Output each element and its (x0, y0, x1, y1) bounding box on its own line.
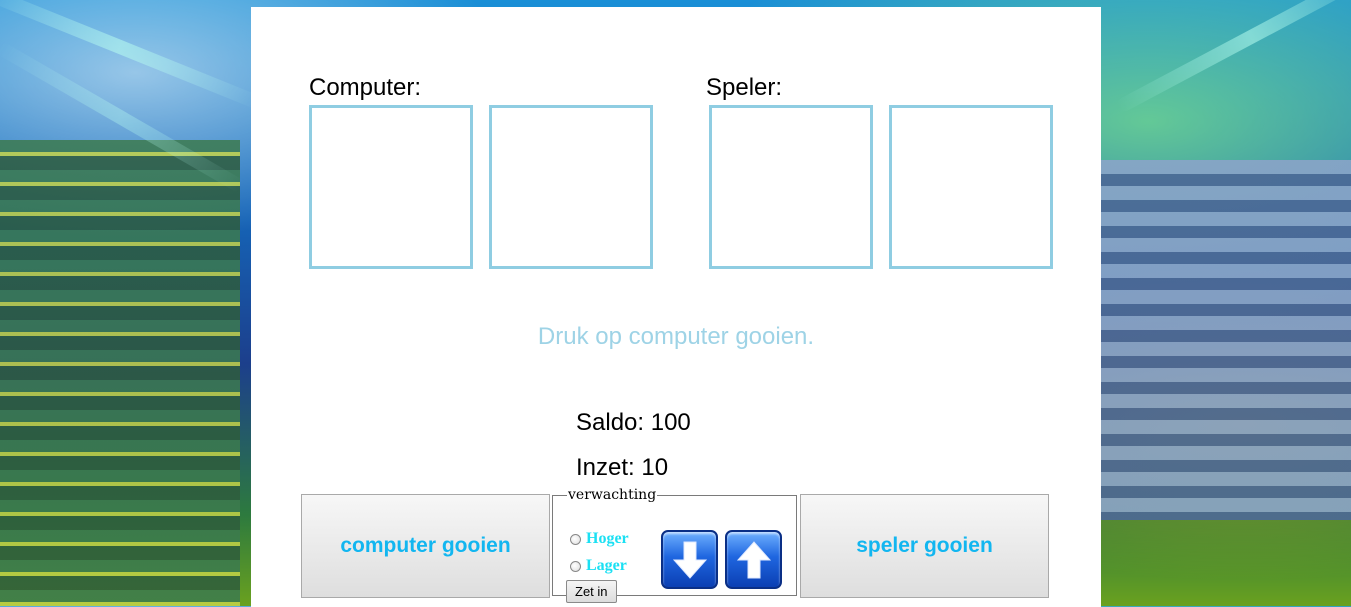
background-building (0, 140, 240, 606)
player-die-1 (709, 105, 873, 269)
player-die-2 (889, 105, 1053, 269)
background-light-beam (0, 0, 251, 110)
option-lower-label: Lager (586, 557, 627, 574)
computer-label: Computer: (309, 74, 422, 101)
game-panel: Computer: Speler: Druk op computer gooie… (251, 7, 1101, 607)
saldo-text: Saldo: 100 (576, 409, 691, 436)
radio-lower[interactable] (570, 560, 581, 572)
option-higher[interactable]: Hoger (570, 530, 629, 548)
background-right (1101, 0, 1351, 606)
player-label: Speler: (706, 74, 783, 101)
background-light-beam (1115, 0, 1351, 114)
expectation-fieldset: verwachting Hoger Lager Zet in (552, 487, 797, 603)
radio-higher[interactable] (570, 533, 581, 545)
background-left (0, 0, 251, 606)
arrow-up-icon[interactable] (725, 530, 782, 589)
background-building (1101, 160, 1351, 520)
computer-roll-button[interactable]: computer gooien (301, 494, 550, 598)
computer-die-2 (489, 105, 653, 269)
player-roll-button[interactable]: speler gooien (800, 494, 1049, 598)
option-lower[interactable]: Lager (570, 557, 627, 575)
inzet-text: Inzet: 10 (576, 454, 669, 481)
computer-die-1 (309, 105, 473, 269)
expectation-legend: verwachting (568, 487, 657, 503)
arrow-down-icon[interactable] (661, 530, 718, 589)
place-bet-button[interactable]: Zet in (566, 580, 617, 603)
status-message: Druk op computer gooien. (537, 323, 815, 350)
option-higher-label: Hoger (586, 530, 629, 547)
